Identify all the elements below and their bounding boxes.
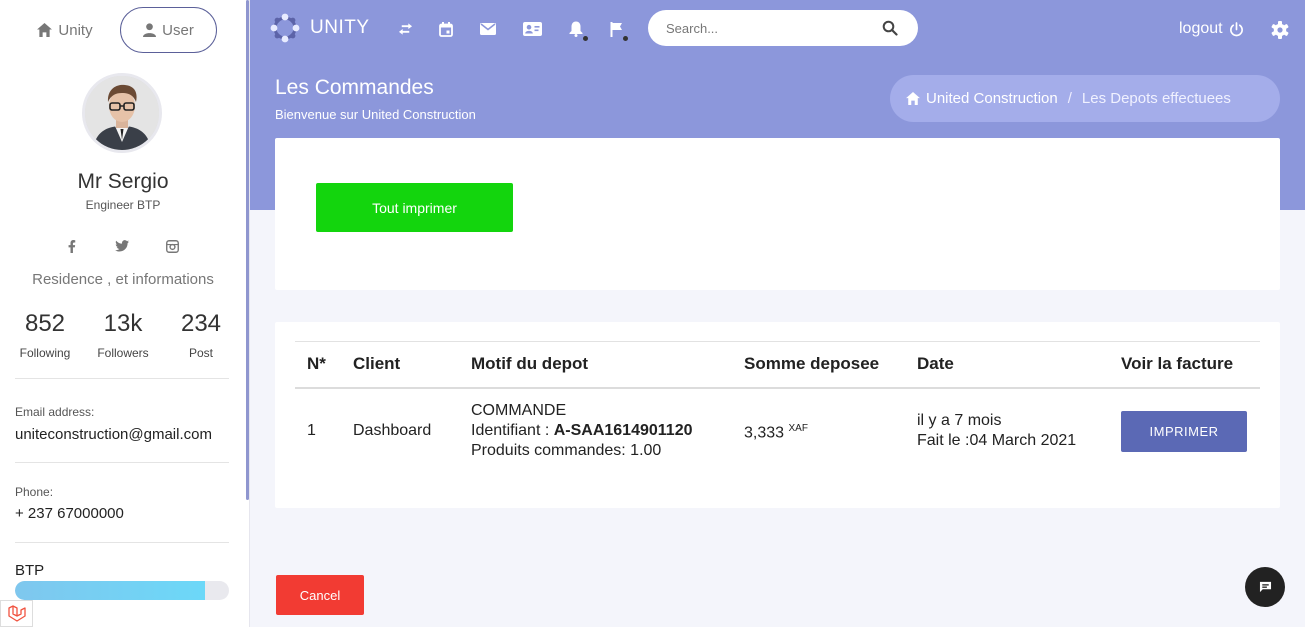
skill-progress-fill [15, 581, 206, 600]
phone-value: + 237 67000000 [15, 505, 124, 522]
bell-icon[interactable] [565, 18, 588, 41]
date-relative: il y a 7 mois [917, 412, 1002, 429]
page-title: Les Commandes [275, 76, 434, 99]
chat-icon [1259, 581, 1271, 593]
table-row: 1 Dashboard COMMANDE Identifiant : A-SAA… [295, 388, 1260, 474]
email-value: uniteconstruction@gmail.com [15, 426, 212, 443]
breadcrumb-item-home[interactable]: United Construction [926, 90, 1058, 107]
tab-user[interactable]: User [120, 7, 217, 53]
flag-icon[interactable] [605, 18, 628, 41]
logout-button[interactable]: logout [1179, 20, 1244, 38]
stat-value: 234 [180, 310, 222, 337]
column-header: Somme deposee [732, 341, 905, 389]
residence-heading: Residence , et informations [32, 271, 214, 288]
stat-value: 13k [103, 310, 143, 337]
divider [15, 542, 229, 543]
cell-amount: 3,333 XAF [732, 388, 905, 474]
amount-currency: XAF [788, 422, 808, 434]
tab-user-label: User [162, 21, 194, 39]
profile-name: Mr Sergio [77, 170, 169, 193]
notification-dot [623, 36, 628, 41]
sidebar-tabs: Unity User [0, 7, 246, 53]
cancel-button[interactable]: Cancel [276, 575, 364, 615]
date-full: Fait le :04 March 2021 [917, 432, 1077, 449]
breadcrumb-item-current: Les Depots effectuees [1081, 90, 1231, 107]
calendar-icon[interactable] [435, 18, 457, 40]
brand[interactable]: UNITY [270, 13, 370, 43]
gear-icon[interactable] [1270, 20, 1290, 40]
divider [15, 462, 229, 463]
skill-label: BTP [15, 562, 45, 579]
profile-stats: 852 Following 13k Followers 234 Post [10, 310, 236, 360]
notification-dot [583, 36, 588, 41]
tab-unity-label: Unity [58, 21, 93, 39]
column-header: N* [295, 341, 341, 389]
mail-icon[interactable] [477, 18, 499, 40]
motif-identifier: Identifiant : A-SAA1614901120 [471, 421, 732, 441]
print-all-button[interactable]: Tout imprimer [316, 183, 513, 232]
home-icon [906, 92, 920, 105]
cell-date: il y a 7 mois Fait le :04 March 2021 [905, 388, 1109, 474]
swap-icon[interactable] [394, 18, 416, 40]
cell-number: 1 [307, 422, 316, 439]
breadcrumb: United Construction / Les Depots effectu… [890, 75, 1280, 122]
column-header: Voir la facture [1109, 341, 1260, 389]
profile-role: Engineer BTP [85, 198, 161, 212]
search-icon[interactable] [882, 20, 898, 36]
facebook-icon[interactable] [62, 236, 82, 256]
cell-motif: COMMANDE Identifiant : A-SAA1614901120 P… [459, 388, 732, 474]
divider [15, 378, 229, 379]
stat-label: Followers [97, 346, 149, 360]
motif-id-label: Identifiant : [471, 422, 554, 439]
amount-value: 3,333 [744, 424, 785, 442]
motif-type: COMMANDE [471, 402, 567, 419]
print-invoice-button[interactable]: IMPRIMER [1121, 410, 1247, 452]
home-icon [37, 23, 53, 37]
stat-label: Following [19, 346, 71, 360]
email-label: Email address: [15, 405, 95, 419]
table-header-row: N* Client Motif du depot Somme deposee D… [295, 341, 1260, 389]
stat-label: Post [188, 346, 213, 360]
user-icon [143, 23, 157, 37]
search-input[interactable] [666, 20, 866, 36]
unity-logo-icon [270, 13, 300, 43]
logout-label: logout [1179, 20, 1223, 37]
skill-progress-bar [15, 581, 229, 600]
cell-invoice: IMPRIMER [1109, 388, 1260, 474]
stat-following: 852 Following [10, 310, 80, 360]
page-subtitle: Bienvenue sur United Construction [275, 107, 476, 122]
stat-followers: 13k Followers [88, 310, 158, 360]
debugbar-logo-icon[interactable] [0, 600, 33, 627]
cell-client: Dashboard [353, 422, 432, 439]
orders-table: N* Client Motif du depot Somme deposee D… [295, 341, 1260, 474]
motif-id-value: A-SAA1614901120 [553, 422, 693, 439]
column-header: Motif du depot [459, 341, 732, 389]
phone-label: Phone: [15, 485, 54, 499]
motif-products: Produits commandes: 1.00 [471, 442, 662, 459]
column-header: Client [341, 341, 459, 389]
chat-button[interactable] [1245, 567, 1285, 607]
column-header: Date [905, 341, 1109, 389]
tab-unity[interactable]: Unity [20, 7, 110, 53]
instagram-icon[interactable] [162, 236, 182, 256]
sidebar: Unity User Mr Sergio Engineer BTP Reside… [0, 0, 250, 627]
breadcrumb-separator: / [1067, 90, 1072, 107]
sidebar-scrollbar[interactable] [246, 0, 249, 500]
social-links [62, 236, 182, 256]
brand-name: UNITY [310, 17, 370, 38]
power-icon [1229, 21, 1243, 36]
avatar [82, 73, 162, 153]
stat-posts: 234 Post [166, 310, 236, 360]
stat-value: 852 [24, 310, 66, 337]
twitter-icon[interactable] [112, 236, 132, 256]
contact-card-icon[interactable] [521, 18, 543, 40]
search-bar [648, 10, 918, 46]
